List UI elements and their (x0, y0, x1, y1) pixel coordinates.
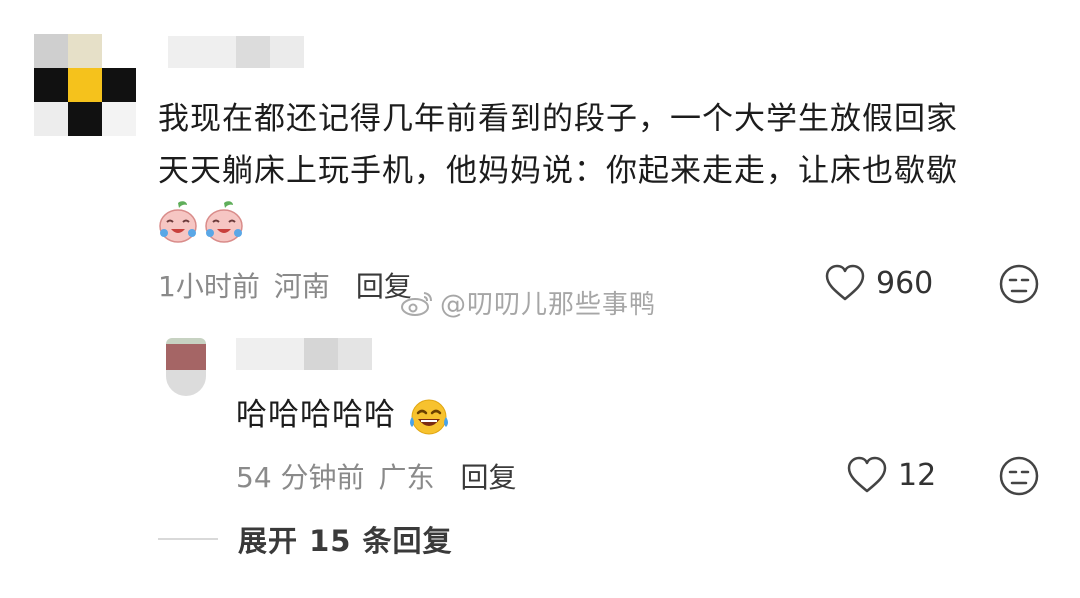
comment-like-count: 960 (876, 265, 934, 301)
reply-avatar[interactable] (166, 338, 206, 396)
reply-meta: 54 分钟前 广东 回复 (236, 456, 517, 496)
neutral-face-icon[interactable] (998, 455, 1040, 497)
reply-time: 54 分钟前 (236, 461, 365, 494)
heart-icon (847, 456, 887, 493)
crying-laughing-peach-icon (205, 201, 243, 243)
watermark-text: @叨叨儿那些事鸭 (440, 290, 657, 320)
reply-reply-button[interactable]: 回复 (461, 461, 517, 494)
comment-meta: 1小时前 河南 回复 (158, 265, 412, 305)
comment-emoji-row (157, 200, 245, 244)
commenter-avatar[interactable] (34, 34, 136, 136)
expand-replies-label: 展开 15 条回复 (238, 524, 453, 558)
reply-like-count: 12 (898, 457, 937, 493)
reply-text-row: 哈哈哈哈哈 (236, 390, 451, 440)
reply-location: 广东 (378, 461, 435, 494)
tears-of-joy-icon (409, 399, 448, 434)
reply-name-blurred[interactable] (236, 338, 372, 370)
heart-icon (825, 264, 865, 301)
expand-replies-button[interactable]: 展开 15 条回复 (158, 518, 453, 560)
comment-thread: 我现在都还记得几年前看到的段子，一个大学生放假回家 天天躺床上玩手机，他妈妈说：… (0, 0, 1080, 598)
watermark: @叨叨儿那些事鸭 (400, 284, 656, 321)
neutral-face-icon[interactable] (998, 263, 1040, 305)
reply-like-button[interactable]: 12 (846, 456, 936, 494)
comment-like-button[interactable]: 960 (824, 264, 933, 302)
comment-text-line2: 天天躺床上玩手机，他妈妈说：你起来走走，让床也歇歇 (158, 153, 958, 189)
reply-text: 哈哈哈哈哈 (236, 397, 396, 433)
weibo-logo-icon (401, 291, 432, 316)
crying-laughing-peach-icon (159, 201, 197, 243)
comment-text-line1: 我现在都还记得几年前看到的段子，一个大学生放假回家 (158, 101, 958, 137)
expand-divider-line (158, 538, 218, 540)
commenter-name-blurred[interactable] (168, 36, 304, 68)
comment-time: 1小时前 (158, 270, 260, 303)
comment-location: 河南 (273, 270, 330, 303)
